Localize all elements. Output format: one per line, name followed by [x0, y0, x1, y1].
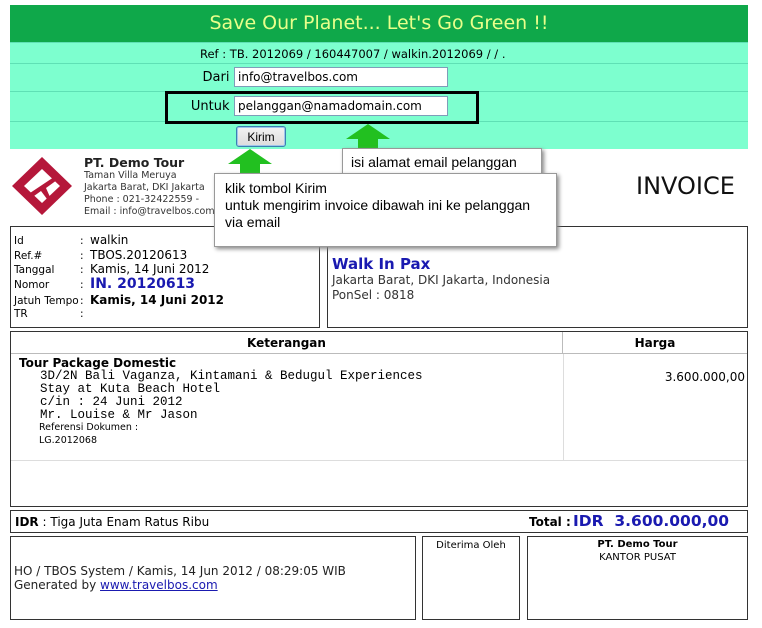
- invoice-title: INVOICE: [636, 172, 735, 200]
- banner-go-green: Save Our Planet... Let's Go Green !!: [10, 5, 748, 42]
- kirim-button[interactable]: Kirim: [236, 126, 286, 147]
- generated-by-label: Generated by: [14, 578, 97, 592]
- field-tr: TR:: [14, 308, 84, 320]
- customer-ponsel: PonSel : 0818: [332, 288, 415, 302]
- field-key: Nomor: [14, 279, 50, 291]
- footer-office: KANTOR PUSAT: [599, 552, 676, 563]
- ref-row: Ref : TB. 2012069 / 160447007 / walkin.2…: [10, 42, 748, 63]
- field-value: TBOS.20120613: [90, 248, 188, 262]
- company-phone: Phone : 021-32422559 -: [84, 194, 200, 205]
- field-key: TR: [14, 308, 28, 320]
- kirim-hint-callout: klik tombol Kirim untuk mengirim invoice…: [214, 173, 557, 247]
- field-tanggal: Tanggal: Kamis, 14 Juni 2012: [14, 262, 210, 276]
- travelbos-link[interactable]: www.travelbos.com: [100, 578, 218, 592]
- footer-system-box: HO / TBOS System / Kamis, 14 Jun 2012 / …: [10, 536, 416, 620]
- dari-row: Dari : info@travelbos.com: [10, 63, 748, 91]
- kirim-hint-line: untuk mengirim invoice dibawah ini ke pe…: [225, 197, 531, 213]
- kirim-hint-line: via email: [225, 214, 281, 230]
- dari-email-field[interactable]: info@travelbos.com: [234, 67, 448, 87]
- company-address-1: Taman Villa Meruya: [84, 170, 177, 181]
- field-value: Kamis, 14 Juni 2012: [90, 262, 210, 276]
- field-key: Jatuh Tempo: [14, 295, 79, 307]
- company-logo-icon: [12, 157, 72, 215]
- field-nomor: Nomor: IN. 20120613: [14, 276, 196, 292]
- header-keterangan: Keterangan: [11, 332, 563, 354]
- header-harga: Harga: [563, 332, 747, 354]
- kirim-hint-line: klik tombol Kirim: [225, 180, 327, 196]
- item-line: 3D/2N Bali Vaganza, Kintamani & Bedugul …: [40, 369, 423, 383]
- field-key: Id: [14, 235, 24, 247]
- total-row: IDR : Tiga Juta Enam Ratus Ribu Total : …: [10, 510, 748, 533]
- untuk-highlight-box: [165, 91, 479, 124]
- idr-label: IDR: [15, 515, 39, 529]
- terbilang: IDR : Tiga Juta Enam Ratus Ribu: [15, 515, 209, 529]
- field-key: Tanggal: [14, 264, 55, 276]
- item-line: c/in : 24 Juni 2012: [40, 395, 183, 409]
- field-key: Ref.#: [14, 250, 43, 262]
- system-line: HO / TBOS System / Kamis, 14 Jun 2012 / …: [14, 564, 346, 578]
- field-value: walkin: [90, 233, 129, 247]
- total-label: Total :: [529, 515, 571, 529]
- diterima-oleh: Diterima Oleh: [436, 540, 506, 551]
- invoice-number: IN. 20120613: [90, 276, 196, 292]
- referensi-label: Referensi Dokumen :: [39, 422, 139, 433]
- company-address-2: Jakarta Barat, DKI Jakarta: [84, 182, 205, 193]
- arrow-up-email-icon: [346, 124, 390, 148]
- company-email: Email : info@travelbos.com: [84, 206, 215, 217]
- terbilang-text: : Tiga Juta Enam Ratus Ribu: [42, 515, 210, 529]
- items-table: Keterangan Harga Tour Package Domestic 3…: [10, 331, 748, 507]
- field-jatuh-tempo: Jatuh Tempo: Kamis, 14 Juni 2012: [14, 293, 225, 307]
- total-value: IDR 3.600.000,00: [573, 512, 730, 530]
- ref-label: Ref :: [200, 47, 227, 61]
- company-name: PT. Demo Tour: [84, 155, 185, 170]
- customer-address: Jakarta Barat, DKI Jakarta, Indonesia: [332, 273, 551, 287]
- customer-name: Walk In Pax: [332, 255, 431, 273]
- arrow-up-kirim-icon: [228, 149, 272, 173]
- footer-company-box: PT. Demo Tour KANTOR PUSAT: [527, 536, 748, 620]
- email-hint-text: isi alamat email pelanggan: [351, 154, 517, 170]
- field-value: Kamis, 14 Juni 2012: [90, 293, 225, 307]
- generated-by: Generated by www.travelbos.com: [14, 578, 218, 592]
- item-price: 3.600.000,00: [664, 370, 745, 384]
- dari-label: Dari :: [202, 70, 238, 85]
- item-line: Mr. Louise & Mr Jason: [40, 408, 198, 422]
- item-line: Stay at Kuta Beach Hotel: [40, 382, 221, 396]
- ref-value: TB. 2012069 / 160447007 / walkin.2012069…: [229, 47, 506, 61]
- footer-diterima-box: Diterima Oleh: [422, 536, 520, 620]
- field-id: Id: walkin: [14, 233, 129, 247]
- package-title: Tour Package Domestic: [19, 356, 177, 370]
- ref-text: Ref : TB. 2012069 / 160447007 / walkin.2…: [200, 47, 506, 61]
- footer-company: PT. Demo Tour: [597, 539, 678, 550]
- field-ref: Ref.#: TBOS.20120613: [14, 248, 188, 262]
- referensi-value: LG.2012068: [39, 435, 97, 446]
